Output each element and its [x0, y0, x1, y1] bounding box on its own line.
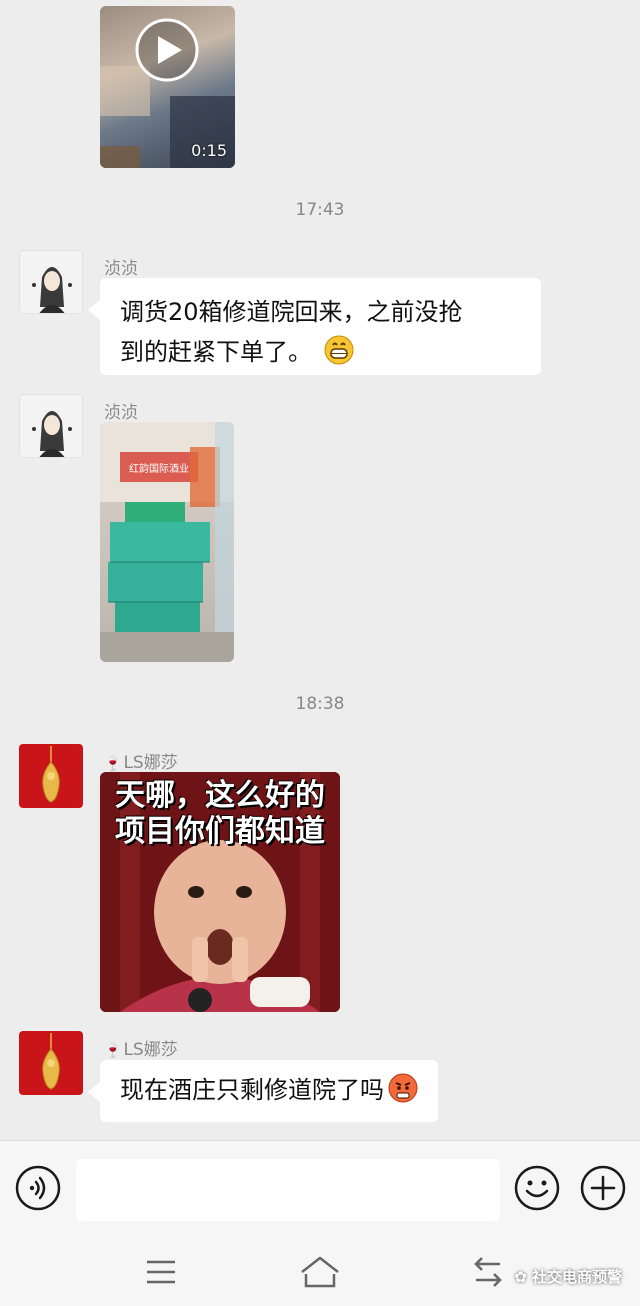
sticker-caption: 天哪，这么好的 项目你们都知道: [100, 778, 340, 850]
sticker-caption-line: 项目你们都知道: [115, 814, 325, 849]
message-input[interactable]: [76, 1159, 500, 1221]
gold-pendant-avatar-icon: [42, 746, 60, 803]
wine-glass-icon: 🍷: [104, 1043, 122, 1059]
voice-icon[interactable]: [15, 1165, 61, 1211]
sender-name: 🍷 LS娜莎: [104, 1035, 178, 1060]
message-text: 现在酒庄只剩修道院了吗: [120, 1076, 384, 1104]
sticker-caption-line: 天哪，这么好的: [115, 778, 325, 813]
menu-icon[interactable]: [141, 1252, 181, 1292]
avatar[interactable]: [19, 744, 83, 808]
sender-name: 🍷 LS娜莎: [104, 748, 178, 773]
girl-avatar-icon: [32, 267, 72, 313]
plus-icon[interactable]: [580, 1165, 626, 1211]
avatar[interactable]: [19, 1031, 83, 1095]
store-sign: 红韵国际酒业: [129, 462, 189, 475]
play-icon[interactable]: [135, 18, 199, 82]
input-bar: [0, 1140, 640, 1238]
message-bubble[interactable]: 调货20箱修道院回来，之前没抢 到的赶紧下单了。: [88, 278, 541, 375]
chat-area: 0:15 17:43 浈浈 调货20箱修道院回来，之前没抢 到的赶紧下单了。 浈…: [0, 0, 640, 1140]
timestamp: 18:38: [295, 694, 345, 714]
sender-name: 浈浈: [104, 403, 138, 423]
gold-pendant-avatar-icon: [42, 1033, 60, 1090]
wine-glass-icon: 🍷: [104, 756, 122, 772]
sender-name-text: LS娜莎: [123, 1040, 178, 1060]
message-text: 到的赶紧下单了。: [120, 338, 312, 366]
message-text-line: 到的赶紧下单了。: [120, 332, 354, 372]
watermark-text: 社交电商预警: [531, 1268, 622, 1286]
watermark: ✿ 社交电商预警: [514, 1266, 622, 1287]
girl-avatar-icon: [32, 411, 72, 457]
emoji-icon[interactable]: [514, 1165, 560, 1211]
wechat-logo-icon: ✿: [514, 1268, 532, 1286]
video-duration: 0:15: [191, 141, 227, 160]
home-icon[interactable]: [300, 1252, 340, 1292]
video-message[interactable]: 0:15: [100, 6, 235, 168]
avatar[interactable]: [19, 250, 83, 314]
grin-emoji-icon: [324, 335, 354, 365]
message-bubble[interactable]: 现在酒庄只剩修道院了吗: [88, 1060, 438, 1122]
image-message[interactable]: 红韵国际酒业: [100, 422, 234, 662]
timestamp: 17:43: [295, 200, 345, 220]
back-icon[interactable]: [468, 1252, 508, 1292]
wine-boxes-photo: 红韵国际酒业: [100, 422, 234, 662]
sender-name: 浈浈: [104, 259, 138, 279]
sticker-message[interactable]: 天哪，这么好的 项目你们都知道: [100, 772, 340, 1012]
sender-name-text: LS娜莎: [123, 753, 178, 773]
angry-emoji-icon: [388, 1073, 418, 1103]
avatar[interactable]: [19, 394, 83, 458]
message-text-line: 调货20箱修道院回来，之前没抢: [120, 298, 463, 326]
